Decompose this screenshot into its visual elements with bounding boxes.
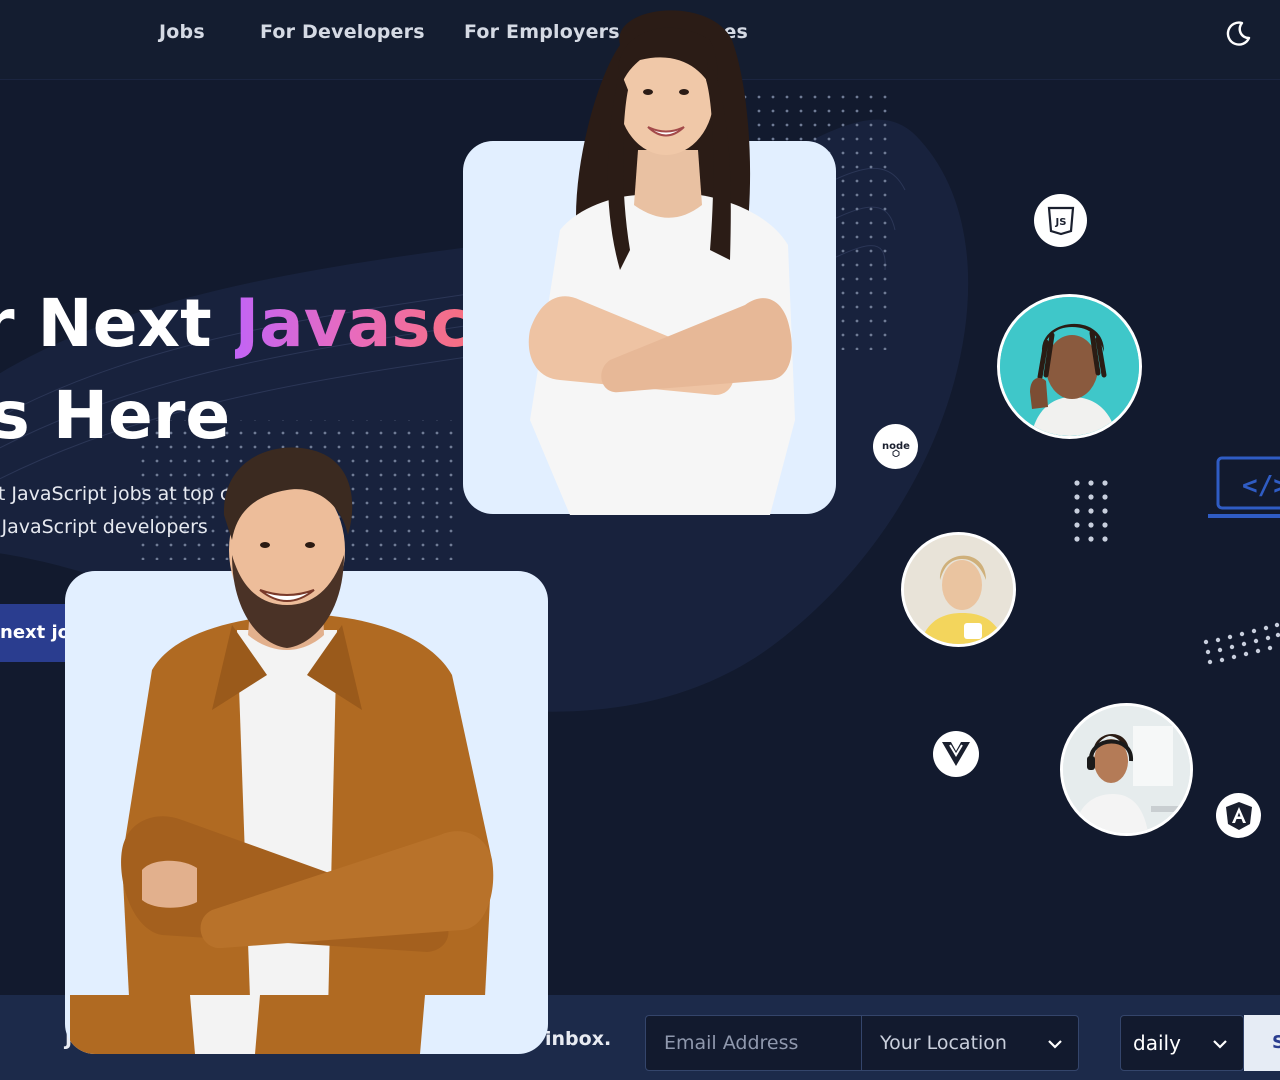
svg-text:JS: JS	[1054, 217, 1066, 228]
nav-link-jobs[interactable]: Jobs	[159, 20, 205, 44]
newsletter-text-right: inbox.	[545, 1028, 612, 1050]
avatar-man-phone	[997, 294, 1142, 439]
angular-icon	[1216, 793, 1261, 838]
frequency-value: daily	[1133, 1031, 1181, 1055]
headline-accent: Javasc	[234, 285, 470, 362]
moon-icon[interactable]	[1222, 17, 1254, 49]
dot-grid-diagonal	[1202, 620, 1280, 670]
email-field[interactable]: Email Address	[645, 1015, 862, 1071]
node-icon: node	[873, 424, 918, 469]
frequency-select[interactable]: daily	[1120, 1015, 1244, 1071]
vue-icon	[933, 731, 979, 777]
avatar-woman-coffee	[901, 532, 1016, 647]
subscribe-button[interactable]: Subscribe	[1244, 1015, 1280, 1071]
location-select[interactable]: Your Location	[861, 1015, 1079, 1071]
nav-link-for-developers[interactable]: For Developers	[260, 20, 425, 44]
woman-photo	[470, 0, 850, 515]
email-placeholder: Email Address	[664, 1032, 799, 1054]
man-photo	[62, 440, 552, 1055]
js-icon: JS	[1034, 194, 1087, 247]
hero-headline: r Next Javasc Is Here	[0, 278, 470, 458]
chevron-down-icon	[1048, 1040, 1062, 1049]
avatar-man-headphones	[1060, 703, 1193, 836]
chevron-down-icon	[1213, 1040, 1227, 1049]
headline-plain: r Next	[0, 285, 235, 362]
code-laptop-icon: </>	[1208, 456, 1280, 526]
svg-text:</>: </>	[1242, 471, 1280, 501]
dot-grid-vertical	[1072, 478, 1110, 558]
location-placeholder: Your Location	[880, 1032, 1007, 1054]
man-photo-card-overlap	[65, 995, 548, 1054]
